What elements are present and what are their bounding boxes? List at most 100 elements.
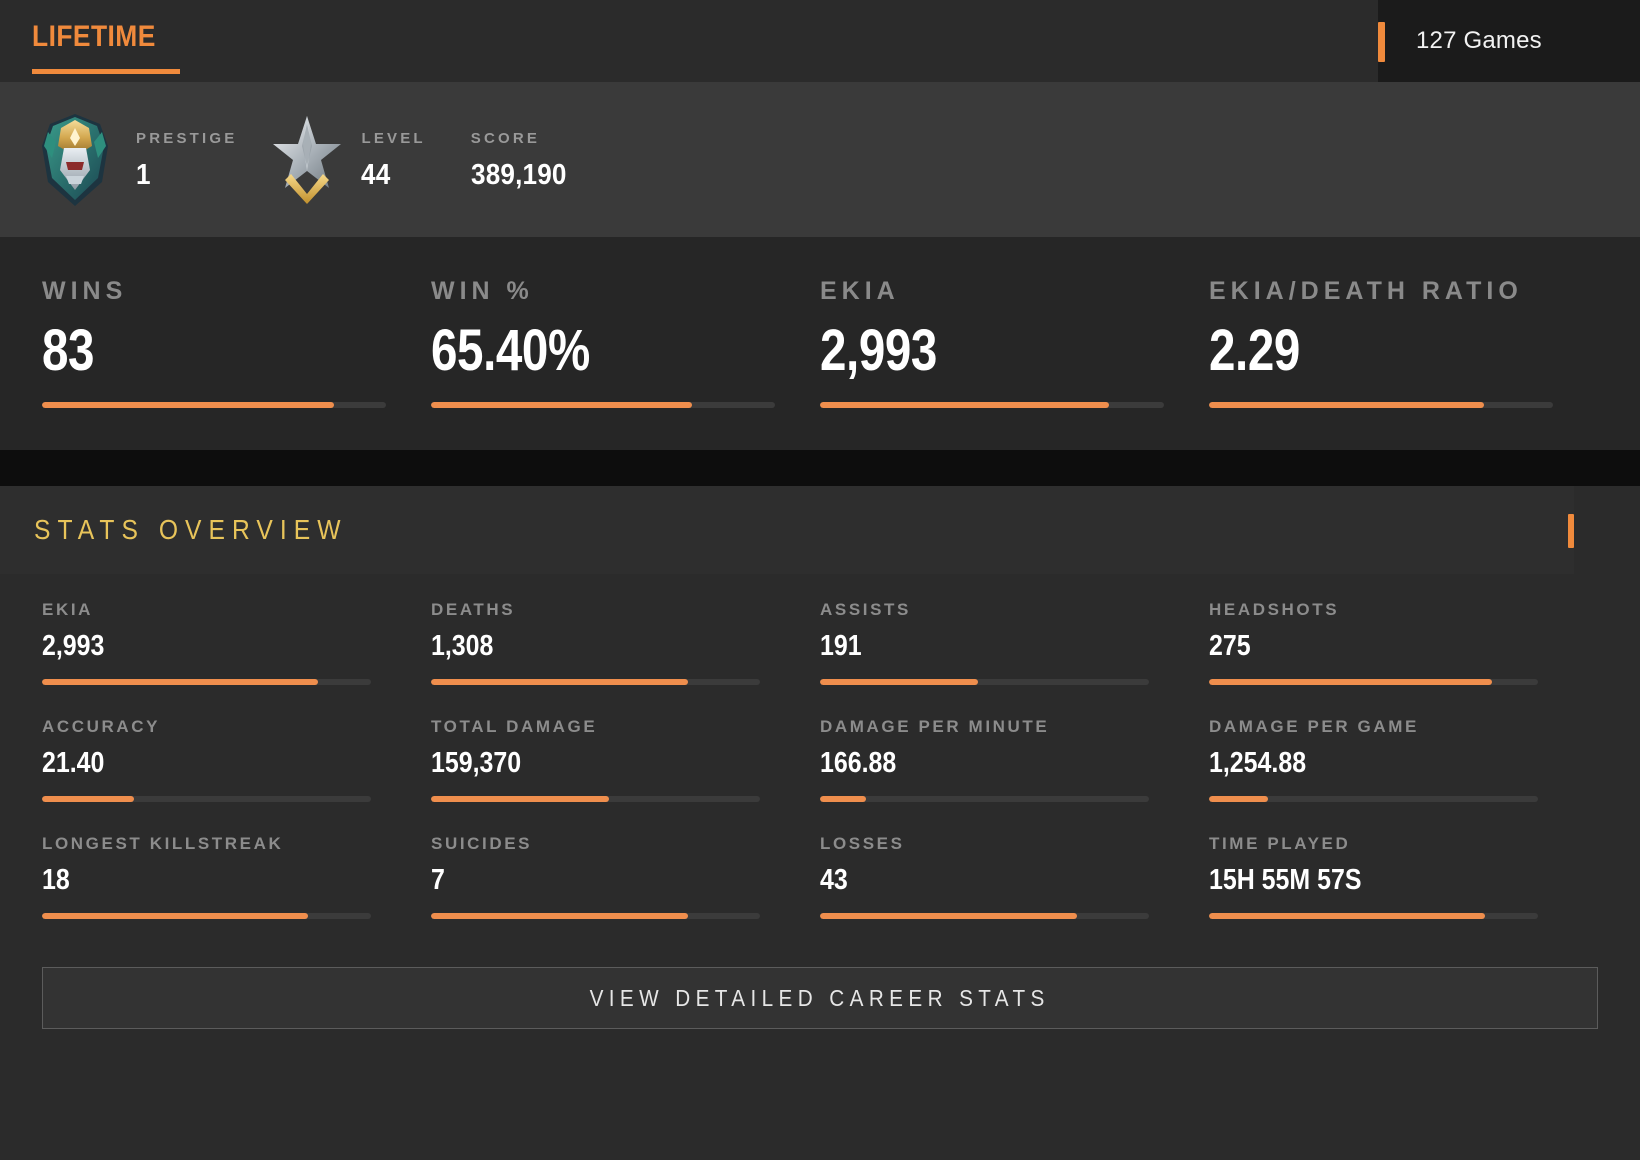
games-count-panel[interactable]: 127 Games bbox=[1378, 0, 1640, 82]
stat-value: 191 bbox=[820, 630, 862, 662]
stat-value: 2,993 bbox=[42, 630, 105, 662]
accent-bar-icon bbox=[1568, 514, 1574, 548]
level-star-icon bbox=[273, 115, 342, 204]
stat-cell: LONGEST KILLSTREAK 18 bbox=[42, 834, 431, 951]
tab-active-underline bbox=[32, 69, 180, 74]
hero-stat-cell: EKIA 2,993 bbox=[820, 277, 1209, 408]
hero-stat-label: EKIA bbox=[820, 277, 900, 305]
stats-detail-grid: EKIA 2,993 DEATHS 1,308 ASSISTS 191 HEADSHOTS 2… bbox=[0, 574, 1640, 951]
stat-cell: DAMAGE PER MINUTE 166.88 bbox=[820, 717, 1209, 834]
score-value: 389,190 bbox=[470, 158, 567, 191]
stat-value: 15H 55M 57S bbox=[1209, 864, 1362, 896]
stat-progress-track bbox=[42, 679, 371, 685]
stat-label: TOTAL DAMAGE bbox=[431, 717, 598, 736]
stats-overview-panel: STATS OVERVIEW EKIA 2,993 DEATHS 1,308 ASSIS… bbox=[0, 486, 1640, 1160]
stat-progress-fill bbox=[1209, 913, 1486, 919]
stat-progress-track bbox=[820, 913, 1149, 919]
hero-stat-progress-track bbox=[1209, 402, 1553, 408]
hero-stats-grid: WINS 83 WIN % 65.40% EKIA 2,993 EKIA/DEATH RAT… bbox=[0, 277, 1640, 408]
hero-stat-value: 65.40% bbox=[431, 318, 590, 383]
cta-container: VIEW DETAILED CAREER STATS bbox=[0, 951, 1640, 1059]
stat-value: 275 bbox=[1209, 630, 1251, 662]
stat-progress-track bbox=[42, 796, 371, 802]
prestige-meta: PRESTIGE 1 bbox=[136, 130, 237, 190]
stat-cell: LOSSES 43 bbox=[820, 834, 1209, 951]
hero-stat-progress-track bbox=[820, 402, 1164, 408]
stat-label: LOSSES bbox=[820, 834, 905, 853]
stat-progress-track bbox=[1209, 913, 1538, 919]
stat-value: 1,254.88 bbox=[1209, 747, 1307, 779]
stat-progress-fill bbox=[820, 913, 1077, 919]
tab-lifetime[interactable]: LIFETIME bbox=[32, 22, 156, 52]
stat-label: DAMAGE PER GAME bbox=[1209, 717, 1419, 736]
header-spacer bbox=[173, 0, 1378, 82]
stats-overview-title: STATS OVERVIEW bbox=[34, 514, 348, 545]
stat-label: DEATHS bbox=[431, 600, 516, 619]
stat-cell: HEADSHOTS 275 bbox=[1209, 600, 1598, 717]
hero-stat-cell: EKIA/DEATH RATIO 2.29 bbox=[1209, 277, 1598, 408]
hero-stat-label: WIN % bbox=[431, 277, 534, 305]
stat-cell: TIME PLAYED 15H 55M 57S bbox=[1209, 834, 1598, 951]
stat-label: DAMAGE PER MINUTE bbox=[820, 717, 1050, 736]
stat-value: 43 bbox=[820, 864, 848, 896]
stat-progress-fill bbox=[42, 796, 135, 802]
stat-label: SUICIDES bbox=[431, 834, 533, 853]
prestige-emblem-icon bbox=[42, 113, 108, 206]
stat-cell: DEATHS 1,308 bbox=[431, 600, 820, 717]
stat-cell: DAMAGE PER GAME 1,254.88 bbox=[1209, 717, 1598, 834]
stat-label: ACCURACY bbox=[42, 717, 161, 736]
lifetime-stats-page: LIFETIME 127 Games PRESTIGE 1 LEVEL 44 S… bbox=[0, 0, 1640, 1160]
stat-label: TIME PLAYED bbox=[1209, 834, 1351, 853]
score-meta: SCORE 389,190 bbox=[471, 130, 577, 190]
hero-stat-label: EKIA/DEATH RATIO bbox=[1209, 277, 1523, 305]
hero-stat-progress-fill bbox=[42, 402, 335, 408]
stat-progress-track bbox=[42, 913, 371, 919]
stat-progress-fill bbox=[431, 679, 688, 685]
hero-stat-value: 2.29 bbox=[1209, 318, 1300, 383]
stat-progress-fill bbox=[1209, 796, 1269, 802]
stat-progress-fill bbox=[1209, 679, 1492, 685]
hero-stat-progress-fill bbox=[1209, 402, 1485, 408]
score-label: SCORE bbox=[470, 129, 541, 147]
level-value: 44 bbox=[361, 158, 391, 191]
stat-progress-fill bbox=[820, 679, 978, 685]
level-label: LEVEL bbox=[361, 129, 426, 147]
stat-cell: ASSISTS 191 bbox=[820, 600, 1209, 717]
stat-progress-track bbox=[431, 679, 760, 685]
page-header: LIFETIME 127 Games bbox=[0, 0, 1640, 82]
stat-progress-fill bbox=[42, 913, 309, 919]
stat-cell: EKIA 2,993 bbox=[42, 600, 431, 717]
profile-summary-row: PRESTIGE 1 LEVEL 44 SCORE 389,190 bbox=[0, 82, 1640, 237]
prestige-value: 1 bbox=[136, 158, 151, 191]
stat-value: 1,308 bbox=[431, 630, 494, 662]
stat-label: HEADSHOTS bbox=[1209, 600, 1340, 619]
stat-value: 159,370 bbox=[431, 747, 522, 779]
stat-cell: ACCURACY 21.40 bbox=[42, 717, 431, 834]
stat-cell: TOTAL DAMAGE 159,370 bbox=[431, 717, 820, 834]
hero-stat-progress-fill bbox=[431, 402, 693, 408]
hero-stat-cell: WIN % 65.40% bbox=[431, 277, 820, 408]
cta-label: VIEW DETAILED CAREER STATS bbox=[589, 984, 1051, 1011]
view-detailed-career-stats-button[interactable]: VIEW DETAILED CAREER STATS bbox=[42, 967, 1598, 1029]
stat-value: 21.40 bbox=[42, 747, 105, 779]
stat-progress-fill bbox=[431, 913, 688, 919]
prestige-label: PRESTIGE bbox=[136, 129, 238, 147]
stat-cell: SUICIDES 7 bbox=[431, 834, 820, 951]
stat-progress-track bbox=[431, 913, 760, 919]
stat-progress-track bbox=[820, 796, 1149, 802]
stat-progress-fill bbox=[820, 796, 867, 802]
games-count-label: 127 Games bbox=[1416, 27, 1542, 54]
stat-progress-track bbox=[1209, 796, 1538, 802]
level-meta: LEVEL 44 bbox=[361, 130, 425, 190]
stat-progress-fill bbox=[431, 796, 609, 802]
section-divider bbox=[0, 450, 1640, 486]
accent-bar-icon bbox=[1378, 22, 1385, 62]
stat-value: 166.88 bbox=[820, 747, 897, 779]
stat-value: 18 bbox=[42, 864, 70, 896]
hero-stat-progress-track bbox=[431, 402, 775, 408]
hero-stat-value: 83 bbox=[42, 318, 95, 383]
stat-label: LONGEST KILLSTREAK bbox=[42, 834, 284, 853]
hero-stat-cell: WINS 83 bbox=[42, 277, 431, 408]
hero-stat-label: WINS bbox=[42, 277, 128, 305]
hero-stats-section: WINS 83 WIN % 65.40% EKIA 2,993 EKIA/DEATH RAT… bbox=[0, 237, 1640, 450]
